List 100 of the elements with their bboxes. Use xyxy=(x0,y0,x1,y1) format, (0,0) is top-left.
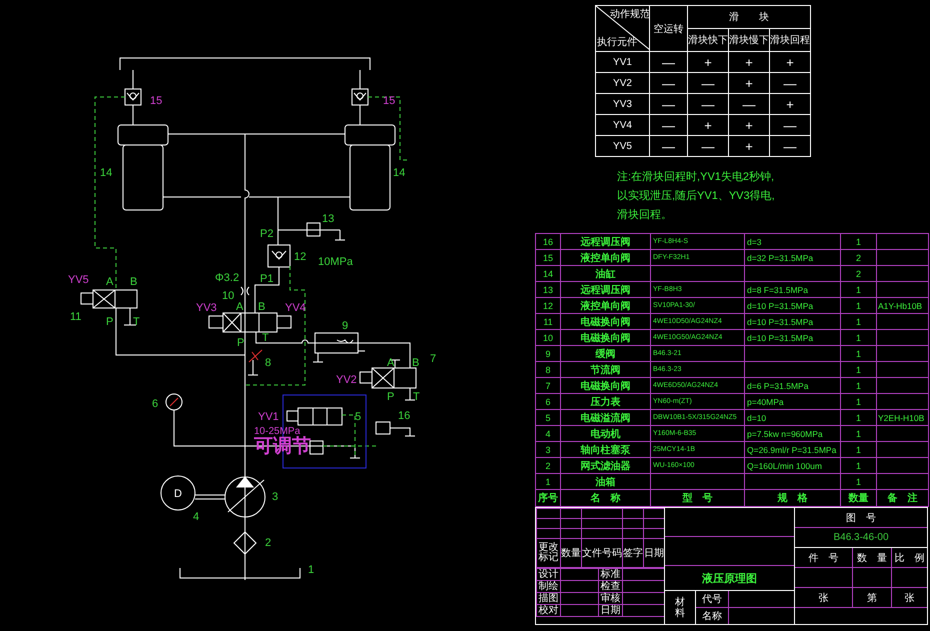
table-cell: YV2 xyxy=(596,72,650,94)
table-cell: 2 xyxy=(545,460,550,470)
port-label: A xyxy=(106,276,114,288)
component-number: 13 xyxy=(322,213,334,225)
component-number: 14 xyxy=(100,167,112,179)
table-cell: + xyxy=(728,136,770,156)
table-cell: 轴向柱塞泵 xyxy=(580,444,630,456)
table-cell-text: 张 xyxy=(818,592,828,604)
table-cell: YV5 xyxy=(596,136,650,156)
table-header: 空运转 xyxy=(650,6,688,52)
table-cell: — xyxy=(770,72,811,94)
table-cell: YV4 xyxy=(596,114,650,136)
table-cell: 节流阀 xyxy=(590,364,620,376)
table-cell: 网式滤油器 xyxy=(580,460,630,472)
port-label: B xyxy=(258,301,266,313)
column-header: 序号 xyxy=(538,493,558,504)
table-cell: Q=26.9ml/r P=31.5MPa xyxy=(747,444,836,454)
table-cell: — xyxy=(650,136,688,156)
port-label: P1 xyxy=(260,273,274,285)
component-number: 3 xyxy=(272,491,278,503)
table-cell: — xyxy=(650,72,688,94)
table-cell: — xyxy=(650,114,688,136)
table-cell: d=10 xyxy=(747,412,766,422)
table-cell: — xyxy=(650,94,688,114)
table-header: 签字 xyxy=(623,548,643,559)
table-cell: Q=160L/min 100um xyxy=(747,460,822,470)
drawing-number: B46.3-46-00 xyxy=(833,532,889,543)
port-label: T xyxy=(413,391,420,403)
table-header: 滑块快下 xyxy=(688,28,728,52)
solenoid-label: YV2 xyxy=(336,374,357,386)
table-header: 执行元件 xyxy=(597,36,637,49)
table-cell: YV1 xyxy=(596,52,650,72)
solenoid-label: YV5 xyxy=(68,274,89,286)
table-cell: 6 xyxy=(545,396,550,406)
table-cell: + xyxy=(688,52,728,72)
port-label: P xyxy=(237,337,244,349)
table-cell: d=6 P=31.5MPa xyxy=(747,380,808,390)
table-header: 滑块回程 xyxy=(770,28,811,52)
table-cell: d=3 xyxy=(747,236,762,246)
table-cell: 油缸 xyxy=(596,268,616,280)
table-cell: 远程调压阀 xyxy=(580,284,630,296)
port-label: B xyxy=(130,276,138,288)
table-header: 数量 xyxy=(561,548,581,559)
table-header: 更改标记 xyxy=(538,542,559,564)
port-label: P xyxy=(106,316,114,328)
table-cell: p=40MPa xyxy=(747,396,784,406)
component-number: 4 xyxy=(193,511,200,523)
motor-letter: D xyxy=(174,488,182,500)
table-header: 数 量 xyxy=(857,552,887,564)
table-cell: 1 xyxy=(856,348,861,358)
table-cell: 2 xyxy=(856,252,861,262)
component-number: 9 xyxy=(342,320,348,332)
table-header: 滑块慢下 xyxy=(728,28,770,52)
table-cell-text: 张 xyxy=(904,592,914,604)
component-number: 12 xyxy=(294,251,306,263)
table-cell: d=8 F=31.5MPa xyxy=(747,284,808,294)
table-cell: 16 xyxy=(542,236,553,246)
component-number: 14 xyxy=(393,167,406,179)
component-number: 16 xyxy=(398,410,410,422)
table-cell: 3 xyxy=(545,444,550,454)
table-header: 校对 xyxy=(538,605,558,616)
table-header: 审核 xyxy=(600,593,620,604)
column-header: 备 注 xyxy=(888,493,918,504)
table-cell: 15 xyxy=(542,252,553,262)
table-cell: d=10 P=31.5MPa xyxy=(747,332,814,342)
note-text: 滑块回程。 xyxy=(617,208,673,222)
table-header: 制绘 xyxy=(538,581,558,592)
table-header: 代号 xyxy=(702,593,722,606)
table-cell: 1 xyxy=(856,284,861,294)
table-cell: 1 xyxy=(856,364,861,374)
table-cell: 压力表 xyxy=(590,396,620,408)
table-cell: 液控单向阀 xyxy=(580,252,630,264)
solenoid-label: YV1 xyxy=(258,411,279,423)
solenoid-label: YV4 xyxy=(285,302,306,314)
table-cell: 13 xyxy=(542,284,553,294)
table-header: 比 例 xyxy=(894,552,924,564)
component-number: 8 xyxy=(265,357,272,369)
table-cell: d=10 P=31.5MPa xyxy=(747,300,814,310)
table-header: 材料 xyxy=(675,596,685,618)
table-cell: — xyxy=(770,114,811,136)
table-cell: 电磁换向阀 xyxy=(580,380,630,392)
table-header: 图 号 xyxy=(846,512,876,524)
note-text: 注:在滑块回程时,YV1失电2秒钟, xyxy=(617,170,776,184)
table-cell: — xyxy=(650,52,688,72)
table-cell: 1 xyxy=(856,460,861,470)
table-cell: 1 xyxy=(856,300,861,310)
table-header: 日期 xyxy=(644,548,664,559)
table-cell: p=7.5kw n=960MPa xyxy=(747,428,823,438)
table-cell: — xyxy=(728,94,770,114)
table-cell: 1 xyxy=(856,396,861,406)
port-label: A xyxy=(236,301,244,313)
table-header: 日期 xyxy=(600,605,620,616)
table-cell: 1 xyxy=(545,476,550,486)
table-cell: 1 xyxy=(856,428,861,438)
table-header: 设计 xyxy=(538,569,558,580)
component-number: 7 xyxy=(430,353,436,365)
table-cell: d=10 P=31.5MPa xyxy=(747,316,814,326)
component-number: 11 xyxy=(70,311,82,323)
note-text: 以实现泄压,随后YV1、YV3得电, xyxy=(617,188,776,203)
component-number: 15 xyxy=(383,95,396,107)
